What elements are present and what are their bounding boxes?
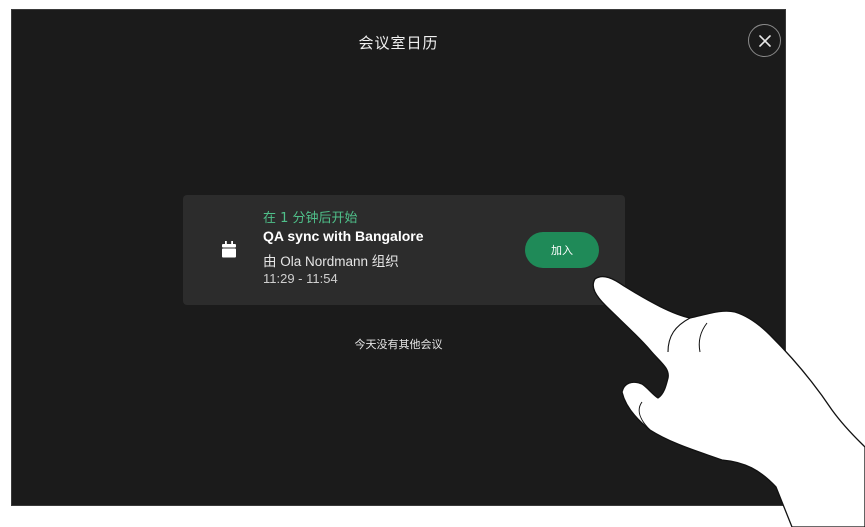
pointing-hand-illustration [592,275,865,527]
